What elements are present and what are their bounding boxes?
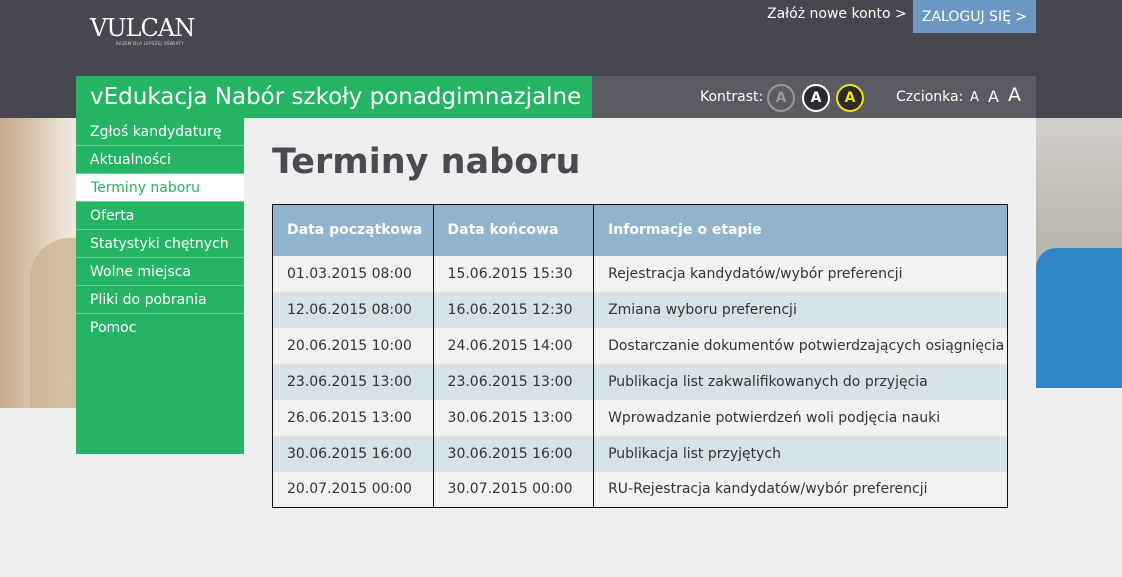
- sidebar-nav: Zgłoś kandydaturę Aktualności Terminy na…: [76, 118, 244, 454]
- stage-info-cell: Publikacja list zakwalifikowanych do prz…: [593, 363, 1008, 400]
- table-row: 23.06.2015 13:00 23.06.2015 13:00 Publik…: [272, 363, 1008, 400]
- login-button[interactable]: ZALOGUJ SIĘ >: [913, 0, 1036, 33]
- column-header-stage-info: Informacje o etapie: [593, 204, 1008, 256]
- stage-info-cell: Rejestracja kandydatów/wybór preferencji: [593, 255, 1008, 292]
- background-photo-left: [0, 118, 90, 408]
- sidebar-item-statystyki[interactable]: Statystyki chętnych: [76, 230, 244, 258]
- stage-info-cell: Publikacja list przyjętych: [593, 435, 1008, 472]
- column-header-end-date: Data końcowa: [432, 204, 594, 256]
- start-date-cell: 12.06.2015 08:00: [272, 291, 434, 328]
- column-header-start-date: Data początkowa: [272, 204, 434, 256]
- vulcan-logo[interactable]: VULCAN RAZEM DLA LEPSZEJ OŚWIATY: [90, 14, 200, 48]
- contrast-label: Kontrast:: [700, 89, 764, 105]
- font-medium-button[interactable]: A: [988, 87, 999, 106]
- start-date-cell: 30.06.2015 16:00: [272, 435, 434, 472]
- end-date-cell: 24.06.2015 14:00: [432, 327, 594, 364]
- table-row: 30.06.2015 16:00 30.06.2015 16:00 Publik…: [272, 435, 1008, 472]
- start-date-cell: 20.06.2015 10:00: [272, 327, 434, 364]
- font-small-button[interactable]: A: [970, 90, 979, 105]
- end-date-cell: 15.06.2015 15:30: [432, 255, 594, 292]
- end-date-cell: 30.06.2015 16:00: [432, 435, 594, 472]
- app-title: vEdukacja Nabór szkoły ponadgimnazjalne: [76, 76, 592, 118]
- end-date-cell: 23.06.2015 13:00: [432, 363, 594, 400]
- page-title: Terminy naboru: [272, 142, 581, 182]
- contrast-dark-button[interactable]: A: [802, 84, 830, 112]
- sidebar-item-wolne-miejsca[interactable]: Wolne miejsca: [76, 258, 244, 286]
- start-date-cell: 26.06.2015 13:00: [272, 399, 434, 436]
- font-large-button[interactable]: A: [1008, 84, 1021, 106]
- new-account-link[interactable]: Załóż nowe konto >: [767, 6, 907, 22]
- end-date-cell: 30.06.2015 13:00: [432, 399, 594, 436]
- sidebar-item-pliki[interactable]: Pliki do pobrania: [76, 286, 244, 314]
- photo-shirt-shape: [1036, 248, 1122, 388]
- table-header-row: Data początkowa Data końcowa Informacje …: [272, 204, 1008, 256]
- sidebar-item-pomoc[interactable]: Pomoc: [76, 314, 244, 342]
- start-date-cell: 20.07.2015 00:00: [272, 471, 434, 508]
- sidebar-item-zglos-kandydature[interactable]: Zgłoś kandydaturę: [76, 118, 244, 146]
- table-row: 01.03.2015 08:00 15.06.2015 15:30 Rejest…: [272, 255, 1008, 292]
- schedule-table: Data początkowa Data końcowa Informacje …: [272, 204, 1008, 508]
- background-photo-right: [1036, 118, 1122, 388]
- start-date-cell: 23.06.2015 13:00: [272, 363, 434, 400]
- sidebar-item-terminy-naboru[interactable]: Terminy naboru: [76, 174, 244, 202]
- stage-info-cell: Zmiana wyboru preferencji: [593, 291, 1008, 328]
- table-row: 12.06.2015 08:00 16.06.2015 12:30 Zmiana…: [272, 291, 1008, 328]
- logo-text: VULCAN: [90, 14, 195, 42]
- table-row: 26.06.2015 13:00 30.06.2015 13:00 Wprowa…: [272, 399, 1008, 436]
- contrast-default-button[interactable]: A: [767, 84, 795, 112]
- logo-tagline: RAZEM DLA LEPSZEJ OŚWIATY: [116, 41, 184, 46]
- end-date-cell: 16.06.2015 12:30: [432, 291, 594, 328]
- stage-info-cell: RU-Rejestracja kandydatów/wybór preferen…: [593, 471, 1008, 508]
- table-row: 20.07.2015 00:00 30.07.2015 00:00 RU-Rej…: [272, 471, 1008, 508]
- stage-info-cell: Dostarczanie dokumentów potwierdzających…: [593, 327, 1008, 364]
- sidebar-item-oferta[interactable]: Oferta: [76, 202, 244, 230]
- sidebar-item-aktualnosci[interactable]: Aktualności: [76, 146, 244, 174]
- start-date-cell: 01.03.2015 08:00: [272, 255, 434, 292]
- table-row: 20.06.2015 10:00 24.06.2015 14:00 Dostar…: [272, 327, 1008, 364]
- contrast-yellow-button[interactable]: A: [836, 84, 864, 112]
- font-size-label: Czcionka:: [896, 89, 964, 105]
- stage-info-cell: Wprowadzanie potwierdzeń woli podjęcia n…: [593, 399, 1008, 436]
- end-date-cell: 30.07.2015 00:00: [432, 471, 594, 508]
